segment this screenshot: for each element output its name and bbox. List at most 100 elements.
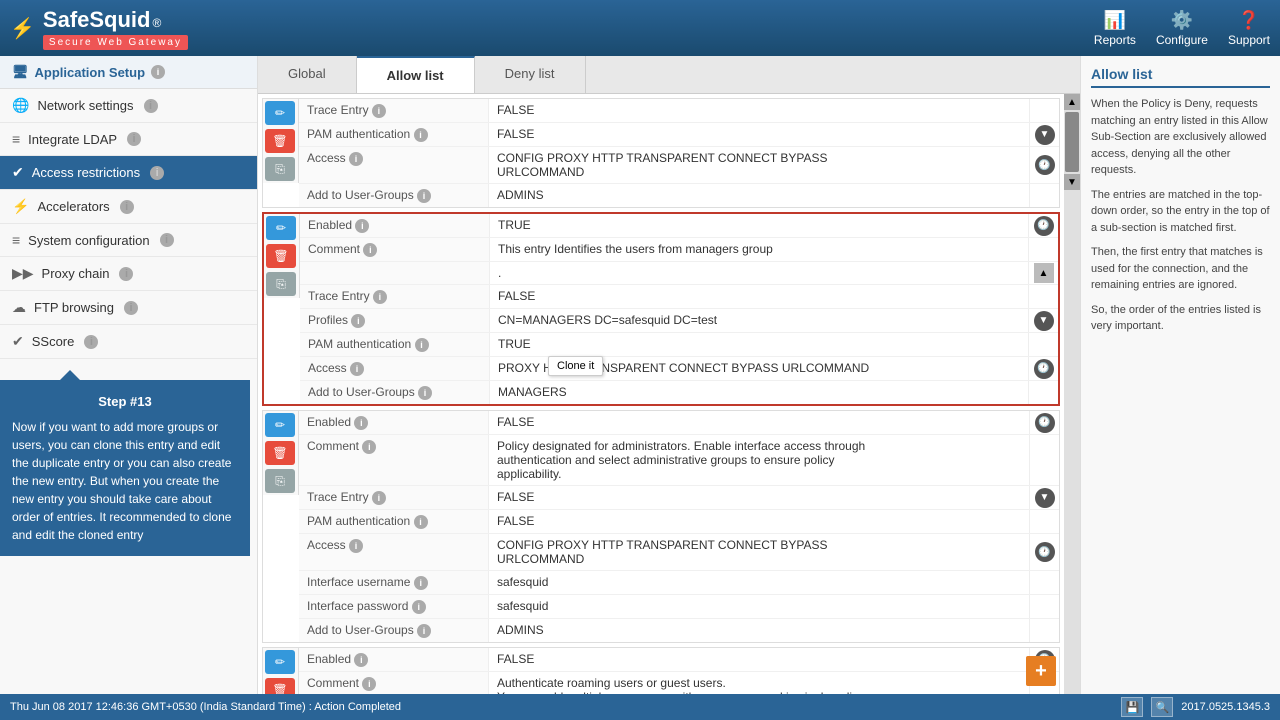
support-label: Support [1228, 33, 1270, 47]
footer-save-button[interactable]: 💾 [1121, 697, 1143, 717]
edit-button-2[interactable]: ✏ [265, 413, 295, 437]
clone-button-1[interactable]: ⎘ [266, 272, 296, 296]
sysconfg-info-icon[interactable]: i [160, 233, 174, 247]
field-ctrl-trace-2[interactable]: ▼ [1029, 486, 1059, 509]
access-ctrl-1[interactable]: 🕐 [1034, 359, 1054, 379]
field-label-pam-2: PAM authentication i [299, 510, 489, 533]
access-info-1[interactable]: i [350, 362, 364, 376]
footer-search-button[interactable]: 🔍 [1151, 697, 1173, 717]
tab-allowlist[interactable]: Allow list [357, 56, 475, 93]
edit-button-1[interactable]: ✏ [266, 216, 296, 240]
field-ctrl-access-1[interactable]: 🕐 [1028, 357, 1058, 380]
enabled-info-2[interactable]: i [354, 416, 368, 430]
field-ctrl-pam[interactable]: ▼ [1029, 123, 1059, 146]
sidebar-item-access[interactable]: ✔ Access restrictions i [0, 156, 257, 190]
sidebar-item-ldap-label: Integrate LDAP [28, 132, 117, 147]
configure-button[interactable]: ⚙️ Configure [1156, 10, 1208, 47]
edit-button-3[interactable]: ✏ [265, 650, 295, 674]
profiles-ctrl-1[interactable]: ▼ [1034, 311, 1054, 331]
pam-info-1[interactable]: i [415, 338, 429, 352]
field-row-iface-user-2: Interface username i safesquid [299, 571, 1059, 595]
proxy-info-icon[interactable]: i [119, 267, 133, 281]
field-value-iface-user-2: safesquid [489, 571, 1029, 594]
right-panel-title: Allow list [1091, 66, 1270, 88]
sidebar-section-title: Application Setup [35, 65, 146, 80]
field-ctrl-access[interactable]: 🕐 [1029, 147, 1059, 183]
logo-area: ⚡ SafeSquid ® Secure Web Gateway [10, 7, 188, 50]
accelerators-info-icon[interactable]: i [120, 200, 134, 214]
ug-info-icon[interactable]: i [417, 189, 431, 203]
trace-ctrl-2[interactable]: ▼ [1035, 488, 1055, 508]
ug-info-1[interactable]: i [418, 386, 432, 400]
configure-icon: ⚙️ [1171, 10, 1193, 31]
trace-info-icon[interactable]: i [372, 104, 386, 118]
sidebar-item-accelerators[interactable]: ⚡ Accelerators i [0, 190, 257, 224]
scrollbar-up[interactable]: ▲ [1064, 94, 1080, 110]
ifuser-info-2[interactable]: i [414, 576, 428, 590]
access-ctrl-icon[interactable]: 🕐 [1035, 155, 1055, 175]
section-info-icon[interactable]: i [151, 65, 165, 79]
sidebar-item-network[interactable]: 🌐 Network settings i [0, 89, 257, 123]
delete-button-3[interactable]: 🗑 [265, 678, 295, 694]
field-row-ug-2: Add to User-Groups i ADMINS [299, 619, 1059, 642]
sidebar-item-ftp[interactable]: ☁ FTP browsing i [0, 291, 257, 325]
enabled-info-3[interactable]: i [354, 653, 368, 667]
field-label-enabled-3: Enabled i [299, 648, 489, 671]
delete-button-1[interactable]: 🗑 [266, 244, 296, 268]
ifpass-info-2[interactable]: i [412, 600, 426, 614]
network-info-icon[interactable]: i [144, 99, 158, 113]
enabled-info-1[interactable]: i [355, 219, 369, 233]
trace-info-2[interactable]: i [372, 491, 386, 505]
access-info-2[interactable]: i [349, 539, 363, 553]
sidebar-item-ldap[interactable]: ≡ Integrate LDAP i [0, 123, 257, 156]
field-label-trace-1: Trace Entry i [300, 285, 490, 308]
field-ctrl-profiles-1[interactable]: ▼ [1028, 309, 1058, 332]
field-ctrl-ug [1029, 184, 1059, 207]
add-entry-button[interactable]: + [1026, 656, 1056, 686]
pam-info-icon[interactable]: i [414, 128, 428, 142]
pam-ctrl-icon[interactable]: ▼ [1035, 125, 1055, 145]
sidebar-item-proxy-label: Proxy chain [42, 266, 110, 281]
reports-button[interactable]: 📊 Reports [1094, 10, 1136, 47]
ftp-info-icon[interactable]: i [124, 301, 138, 315]
delete-button-2[interactable]: 🗑 [265, 441, 295, 465]
sscore-info-icon[interactable]: i [84, 335, 98, 349]
support-button[interactable]: ❓ Support [1228, 10, 1270, 47]
trace-info-1[interactable]: i [373, 290, 387, 304]
field-value-iface-pass-2: safesquid [489, 595, 1029, 618]
pam-info-2[interactable]: i [414, 515, 428, 529]
enabled-ctrl-2[interactable]: 🕐 [1035, 413, 1055, 433]
access-info-icon[interactable]: i [150, 166, 164, 180]
clone-button-2[interactable]: ⎘ [265, 469, 295, 493]
field-ctrl-access-2[interactable]: 🕐 [1029, 534, 1059, 570]
sidebar-item-sscore[interactable]: ✔ SScore i [0, 325, 257, 359]
field-row-enabled-1: Enabled i TRUE 🕐 [300, 214, 1058, 238]
tab-global[interactable]: Global [258, 56, 357, 93]
field-label-dot-1 [300, 262, 490, 284]
scrollbar-thumb[interactable] [1065, 112, 1079, 172]
sidebar-item-proxy[interactable]: ▶▶ Proxy chain i [0, 257, 257, 291]
entry-actions-0: ✏ 🗑 ⎘ [263, 99, 299, 183]
comment-info-1[interactable]: i [363, 243, 377, 257]
comment-info-3[interactable]: i [362, 677, 376, 691]
comment-info-2[interactable]: i [362, 440, 376, 454]
right-panel-para-2: Then, the first entry that matches is us… [1091, 244, 1270, 294]
ldap-info-icon[interactable]: i [127, 132, 141, 146]
enabled-ctrl-1[interactable]: 🕐 [1034, 216, 1054, 236]
access-info-icon-0[interactable]: i [349, 152, 363, 166]
field-ctrl-enabled-2[interactable]: 🕐 [1029, 411, 1059, 434]
access-ctrl-2[interactable]: 🕐 [1035, 542, 1055, 562]
field-ctrl-enabled-1[interactable]: 🕐 [1028, 214, 1058, 237]
clone-button-0[interactable]: ⎘ [265, 157, 295, 181]
table-scroll[interactable]: ✏ 🗑 ⎘ Trace Entry i FALSE PAM authe [258, 94, 1064, 694]
table-scrollbar[interactable]: ▲ ▼ [1064, 94, 1080, 694]
field-row-dot-1: . ▲ [300, 262, 1058, 285]
profiles-info-1[interactable]: i [351, 314, 365, 328]
delete-button-0[interactable]: 🗑 [265, 129, 295, 153]
scrollbar-down[interactable]: ▼ [1064, 174, 1080, 190]
ug-info-2[interactable]: i [417, 624, 431, 638]
tab-denylist[interactable]: Deny list [475, 56, 586, 93]
scroll-up-1[interactable]: ▲ [1034, 263, 1054, 283]
sidebar-item-sysconfg[interactable]: ≡ System configuration i [0, 224, 257, 257]
edit-button-0[interactable]: ✏ [265, 101, 295, 125]
